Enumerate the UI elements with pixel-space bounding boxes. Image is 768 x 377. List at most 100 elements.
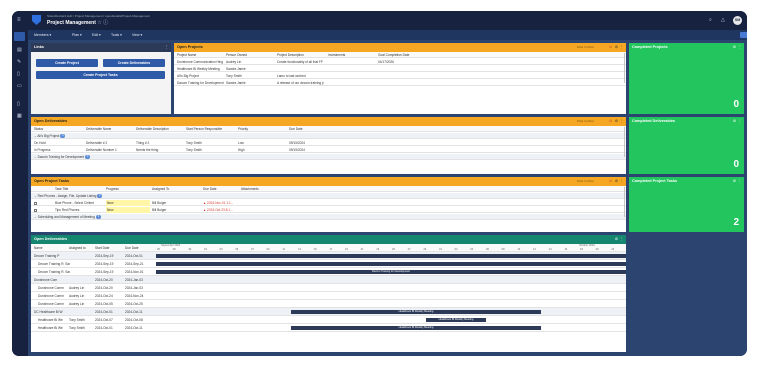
gantt-group-row[interactable]: Decom Training P 2024-Sep-19 2024-Oct-01 xyxy=(31,252,626,260)
more-icon[interactable]: ⋮ xyxy=(620,235,624,244)
avatar[interactable]: SM xyxy=(733,16,742,25)
search-icon[interactable]: ⌕ xyxy=(709,17,712,23)
gantt-row[interactable]: Healthcare Bi We Tony Smith 2024-Oct-01 202… xyxy=(31,324,626,332)
col-header[interactable]: Status xyxy=(34,126,84,132)
col-header[interactable]: Person Owned xyxy=(226,52,274,58)
completed-tasks-tile[interactable]: Completed Project Tasks ⚙ ⋮ 2 xyxy=(629,177,744,232)
more-icon[interactable]: ⋮ xyxy=(620,43,624,52)
col-header[interactable]: Deliverable Name xyxy=(86,126,136,132)
col-header[interactable]: Attachments xyxy=(241,186,281,192)
gantt-cell-name: Dunshrone Com xyxy=(34,278,58,282)
col-header[interactable]: Task Title xyxy=(55,186,105,192)
gantt-group-row[interactable]: DC Healthcare Bi W 2024-Oct-01 2024-Oct-11… xyxy=(31,308,626,316)
table-row[interactable]: Tips Red Phones New Bill Bulger ▲ 2024-O… xyxy=(31,207,626,213)
group-row[interactable]: ⌄ Red Phones - Assign, File, Update List… xyxy=(31,193,626,199)
group-row[interactable]: ⌄ Dacom Training for Development 3 xyxy=(31,154,626,160)
document-icon[interactable]: ▯ xyxy=(17,71,20,77)
gantt-bar[interactable]: Healthcare Bi Weekly Meeting xyxy=(291,310,541,314)
table-row[interactable]: Ali's Big Project Tony Smith Lamu to las… xyxy=(174,73,626,79)
title-icons[interactable]: ☆ ⓘ xyxy=(97,20,108,26)
col-header[interactable]: Due Date xyxy=(289,126,339,132)
col-header[interactable]: Start Date xyxy=(95,244,125,252)
more-icon[interactable]: ⋮ xyxy=(738,117,742,126)
settings-icon[interactable]: ⚙ xyxy=(733,117,736,126)
more-icon[interactable]: ⋮ xyxy=(620,177,624,186)
menu-icon[interactable]: ≡ xyxy=(17,17,21,23)
edit-icon[interactable]: ✎ xyxy=(17,59,21,65)
col-header[interactable]: Due Date xyxy=(203,186,243,192)
more-icon[interactable]: ⋮ xyxy=(165,43,169,52)
col-header[interactable]: Assigned To xyxy=(152,186,192,192)
col-header[interactable]: Progress xyxy=(106,186,146,192)
gantt-row[interactable]: Healthcare Bi We Tony Smith 2024-Oct-07 202… xyxy=(31,316,626,324)
col-header[interactable]: Goal Completion Date xyxy=(378,52,438,58)
col-header[interactable]: Priority xyxy=(238,126,288,132)
menu-plan[interactable]: Plan ▾ xyxy=(72,33,82,37)
gantt-row[interactable]: Decom Training R. Sandra Jamie 2024-Sep-1… xyxy=(31,268,626,276)
menu-members[interactable]: Members ▾ xyxy=(34,33,51,37)
create-project-tasks-button[interactable]: Create Project Tasks xyxy=(36,71,165,79)
gantt-row[interactable]: Decom Training R. Sandra Jamie 2024-Sep-1… xyxy=(31,260,626,268)
filter-link[interactable]: Filter Further xyxy=(577,117,594,126)
refresh-icon[interactable]: ⊙ xyxy=(609,43,612,52)
table-row[interactable]: Dunshrone Communication Hing Audrey Lin … xyxy=(174,59,626,65)
table-row[interactable]: Healthcare Bi Weekly Meeting Sandra Jami… xyxy=(174,66,626,72)
layout-toggle-button[interactable] xyxy=(740,32,747,38)
gantt-cell-name: Decom Training R. Sandra Jamie xyxy=(38,262,70,266)
completed-deliverables-tile[interactable]: Completed Deliverables ⚙ ⋮ 0 xyxy=(629,117,744,174)
gantt-bar[interactable] xyxy=(156,254,626,258)
phone-icon[interactable]: ▯ xyxy=(17,101,20,107)
group-row[interactable]: ⌄ Scheduling and Management of Meeting 3 xyxy=(31,214,626,220)
filter-link[interactable]: Filter Further xyxy=(577,43,594,52)
settings-icon[interactable]: ⚙ xyxy=(615,177,618,186)
scrollbar[interactable] xyxy=(623,127,625,157)
col-header[interactable]: Investments xyxy=(328,52,376,58)
menu-edit[interactable]: Edit ▾ xyxy=(92,33,101,37)
gantt-bar[interactable] xyxy=(156,262,626,266)
group-row[interactable]: ⌄ Ali's Big Project 2 xyxy=(31,133,626,139)
more-icon[interactable]: ⋮ xyxy=(738,177,742,186)
settings-icon[interactable]: ⚙ xyxy=(733,177,736,186)
col-header[interactable]: Start Person Responsible xyxy=(186,126,236,132)
col-header[interactable]: Due Date xyxy=(125,244,155,252)
breadcrumb[interactable]: ShareDecide3.Hub / Project Management / … xyxy=(47,14,150,18)
row-checkbox[interactable] xyxy=(34,201,37,205)
menu-tools[interactable]: Tools ▾ xyxy=(111,33,122,37)
col-header[interactable]: Deliverable Description xyxy=(136,126,186,132)
refresh-icon[interactable]: ⊙ xyxy=(609,177,612,186)
more-icon[interactable]: ⋮ xyxy=(620,117,624,126)
table-row[interactable]: In Progress Deliverable Number 1 Needs t… xyxy=(31,147,626,153)
table-row[interactable]: On Hold Deliverable # 2 Thing # 2 Tony S… xyxy=(31,140,626,146)
col-header[interactable]: Name xyxy=(34,244,64,252)
refresh-icon[interactable]: ⊙ xyxy=(609,117,612,126)
grid-icon[interactable]: ▦ xyxy=(17,113,22,119)
folder-icon[interactable]: ▭ xyxy=(17,83,22,89)
rail-home-icon[interactable] xyxy=(14,32,25,41)
table-row[interactable]: Dacom Training for Development Sandra Ja… xyxy=(174,80,626,86)
filter-link[interactable]: Filter Further xyxy=(577,177,594,186)
scrollbar[interactable] xyxy=(623,53,625,83)
gantt-bar[interactable]: Healthcare Bi Weekly Meeting xyxy=(291,326,541,330)
settings-icon[interactable]: ⚙ xyxy=(615,43,618,52)
gantt-bar[interactable]: Decom Training for Development xyxy=(156,270,626,274)
menu-view[interactable]: View ▾ xyxy=(132,33,142,37)
row-checkbox[interactable] xyxy=(34,208,37,212)
more-icon[interactable]: ⋮ xyxy=(738,43,742,52)
table-row[interactable]: Blue Phone - Select Chlient New Bill Bul… xyxy=(31,200,626,206)
gantt-bar[interactable]: Healthcare Bi Weekly Meeting xyxy=(426,318,486,322)
settings-icon[interactable]: ⚙ xyxy=(733,43,736,52)
bell-icon[interactable]: △ xyxy=(721,17,725,23)
settings-icon[interactable]: ⚙ xyxy=(615,235,618,244)
col-header[interactable]: Project Description xyxy=(277,52,327,58)
settings-icon[interactable]: ⚙ xyxy=(615,117,618,126)
create-deliverables-button[interactable]: Create Deliverables xyxy=(103,59,165,67)
chart-icon[interactable]: ▤ xyxy=(17,47,22,53)
gantt-row[interactable]: Dunshrone Comm Audrey Lin 2024-Oct-05 2024-… xyxy=(31,300,626,308)
gantt-row[interactable]: Dunshrone Comm Audrey Lin 2024-Oct-20 2024-… xyxy=(31,284,626,292)
create-project-button[interactable]: Create Project xyxy=(36,59,98,67)
gantt-row[interactable]: Dunshrone Comm Audrey Lin 2024-Oct-24 2024-… xyxy=(31,292,626,300)
col-header[interactable]: Project Name xyxy=(177,52,225,58)
completed-projects-tile[interactable]: Completed Projects ⚙ ⋮ 0 xyxy=(629,43,744,114)
gantt-group-row[interactable]: Dunshrone Com 2024-Oct-20 2024-Jan-03 xyxy=(31,276,626,284)
scrollbar[interactable] xyxy=(623,187,625,217)
